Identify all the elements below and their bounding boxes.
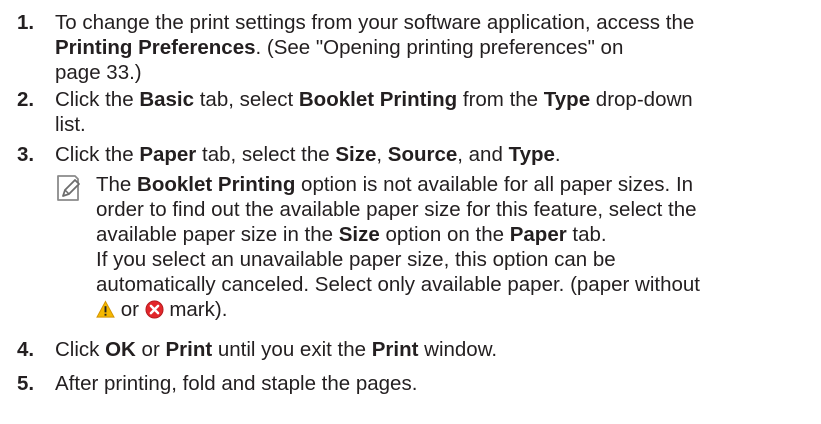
note-pencil-icon	[57, 175, 80, 201]
text-line: If you select an unavailable paper size,…	[96, 247, 616, 272]
note-last-line: or mark).	[96, 297, 227, 322]
text-run: page 33.)	[55, 61, 142, 84]
warning-triangle-icon	[96, 300, 115, 318]
bold-run: Basic	[139, 88, 195, 111]
text-run: To change the print settings from your s…	[55, 11, 695, 34]
bold-run: Booklet Printing	[298, 88, 458, 111]
bold-run: Size	[338, 223, 380, 246]
text-run: Click the	[55, 143, 140, 166]
text-run: drop-down	[590, 88, 693, 111]
text-line: After printing, fold and staple the page…	[55, 371, 417, 396]
text-line: automatically canceled. Select only avai…	[96, 272, 700, 297]
text-run: until you exit the	[212, 338, 372, 361]
text-line: Click OK or Print until you exit the Pri…	[55, 337, 497, 362]
text-run: Click	[55, 338, 106, 361]
text-run: list.	[55, 113, 86, 136]
bold-run: Paper	[509, 223, 567, 246]
text-run: available paper size in the	[96, 223, 339, 246]
bold-run: Printing Preferences	[55, 36, 256, 59]
text-run: After printing, fold and staple the page…	[55, 372, 418, 395]
text-run: .	[554, 143, 561, 166]
bold-run: Size	[335, 143, 377, 166]
text-line: page 33.)	[55, 60, 142, 85]
bold-run: Paper	[139, 143, 197, 166]
bold-run: Type	[543, 88, 591, 111]
text-run: from the	[457, 88, 544, 111]
text-run: The	[96, 173, 138, 196]
bold-run: Booklet Printing	[137, 173, 296, 196]
text-line: available paper size in the Size option …	[96, 222, 607, 247]
text-line: order to find out the available paper si…	[96, 197, 697, 222]
text-line: To change the print settings from your s…	[55, 10, 694, 35]
step-number: 1.	[17, 11, 35, 34]
text-line: The Booklet Printing option is not avail…	[96, 172, 693, 197]
step-number: 3.	[17, 143, 35, 166]
text-run: tab, select the	[196, 143, 336, 166]
text-line: list.	[55, 112, 86, 137]
mark-text: mark).	[163, 298, 228, 321]
text-line: Click the Paper tab, select the Size, So…	[55, 142, 561, 167]
step-number: 4.	[17, 338, 35, 361]
text-run: . (See "Opening printing preferences" on	[255, 36, 624, 59]
text-run: automatically canceled. Select only avai…	[96, 273, 700, 296]
text-run: Click the	[55, 88, 140, 111]
text-run: , and	[457, 143, 509, 166]
or-text: or	[115, 298, 145, 321]
error-x-icon	[145, 300, 164, 319]
text-run: If you select an unavailable paper size,…	[96, 248, 616, 271]
bold-run: Print	[371, 338, 419, 361]
text-line: Click the Basic tab, select Booklet Prin…	[55, 87, 693, 112]
text-run: tab, select	[194, 88, 299, 111]
bold-run: Print	[165, 338, 213, 361]
text-run: ,	[376, 143, 388, 166]
text-run: tab.	[566, 223, 607, 246]
text-run: order to find out the available paper si…	[96, 198, 697, 221]
text-line: Printing Preferences. (See "Opening prin…	[55, 35, 623, 60]
bold-run: Source	[387, 143, 458, 166]
text-run: option on the	[379, 223, 510, 246]
bold-run: Type	[508, 143, 555, 166]
step-number: 2.	[17, 88, 35, 111]
step-number: 5.	[17, 372, 35, 395]
text-run: option is not available for all paper si…	[295, 173, 694, 196]
text-run: window.	[418, 338, 498, 361]
bold-run: OK	[105, 338, 136, 361]
text-run: or	[135, 338, 166, 361]
